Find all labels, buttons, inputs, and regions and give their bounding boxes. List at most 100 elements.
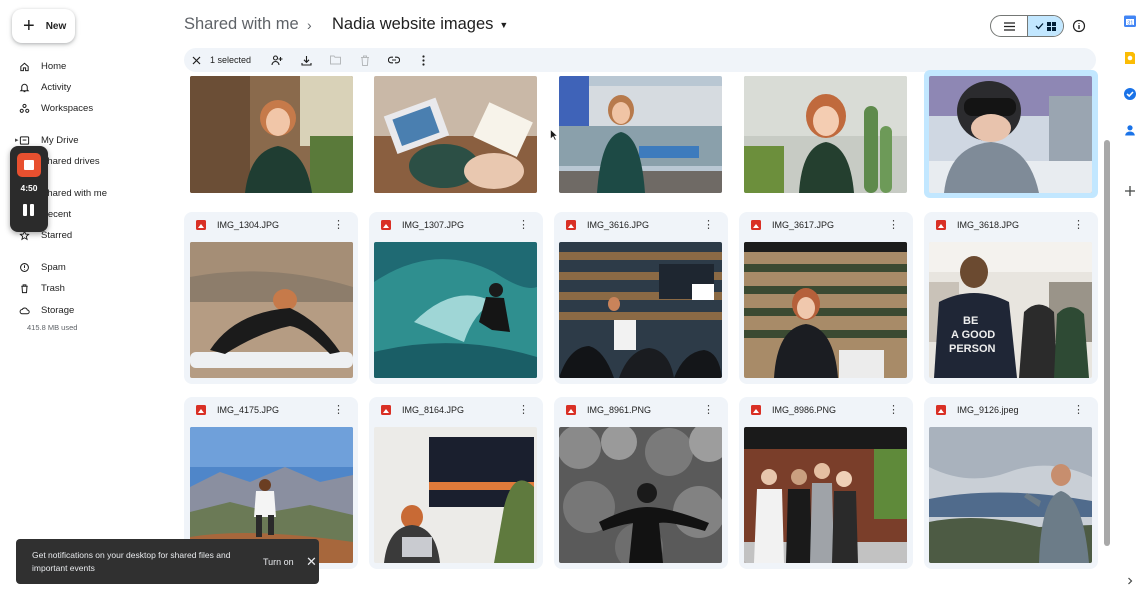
list-view-button[interactable] [991, 16, 1027, 36]
breadcrumb-parent[interactable]: Shared with me [184, 15, 299, 34]
folder-title: Nadia website images [332, 15, 494, 33]
photo-thumbnail [374, 242, 537, 378]
file-thumbnail[interactable] [559, 242, 722, 378]
copy-link-button[interactable] [387, 53, 401, 67]
contacts-app-button[interactable] [1122, 122, 1138, 138]
image-file-icon [381, 220, 391, 230]
file-name: IMG_3617.JPG [772, 220, 835, 230]
sidebar-item-activity[interactable]: Activity [14, 78, 164, 96]
breadcrumb-current[interactable]: Nadia website images ▼ [332, 15, 508, 34]
selection-toolbar: 1 selected [184, 48, 1096, 72]
info-button[interactable] [1071, 18, 1087, 34]
file-header: IMG_4175.JPG ⋮ [196, 401, 344, 419]
new-button-label: New [45, 20, 67, 32]
folder-move-icon [329, 55, 341, 65]
image-file-icon [566, 405, 576, 415]
sidebar-item-label: Workspaces [41, 102, 94, 114]
sidebar-item-trash[interactable]: Trash [14, 279, 164, 297]
spam-icon [14, 262, 34, 273]
file-name: IMG_3618.JPG [957, 220, 1020, 230]
file-more-button[interactable]: ⋮ [1073, 219, 1084, 231]
breadcrumb-chevron-icon: › [307, 17, 312, 33]
close-icon[interactable]: ✕ [306, 555, 317, 568]
tasks-icon [1124, 88, 1136, 100]
scrollbar-thumb[interactable] [1104, 140, 1110, 546]
file-thumbnail[interactable] [559, 76, 722, 193]
photo-thumbnail [744, 427, 907, 563]
file-thumbnail[interactable] [744, 76, 907, 193]
sidebar-item-label: Trash [41, 282, 65, 294]
photo-thumbnail [559, 427, 722, 563]
file-thumbnail[interactable] [744, 242, 907, 378]
file-header: IMG_3616.JPG ⋮ [566, 216, 714, 234]
sidebar-item-label: Storage [41, 304, 75, 316]
tasks-app-button[interactable] [1122, 86, 1138, 102]
pause-icon [23, 204, 27, 216]
sidebar-item-storage[interactable]: Storage [14, 301, 164, 319]
photo-thumbnail [559, 76, 722, 193]
file-more-button[interactable]: ⋮ [888, 219, 899, 231]
snackbar-message: Get notifications on your desktop for sh… [32, 550, 231, 573]
sidebar-item-label: Activity [41, 81, 72, 93]
photo-thumbnail [374, 427, 537, 563]
delete-button [358, 53, 372, 67]
file-thumbnail[interactable] [559, 427, 722, 563]
image-file-icon [566, 220, 576, 230]
file-name: IMG_8164.JPG [402, 405, 465, 415]
file-thumbnail[interactable] [190, 76, 353, 193]
share-button[interactable] [270, 53, 284, 67]
file-thumbnail[interactable] [374, 427, 537, 563]
caret-down-icon: ▼ [499, 19, 509, 30]
image-file-icon [936, 220, 946, 230]
image-file-icon [381, 405, 391, 415]
photo-thumbnail [190, 242, 353, 378]
stop-recording-button[interactable] [17, 153, 41, 177]
file-thumbnail[interactable] [744, 427, 907, 563]
file-more-button[interactable]: ⋮ [888, 404, 899, 416]
grid-icon [1047, 21, 1056, 31]
photo-thumbnail [190, 76, 353, 193]
info-icon [1072, 19, 1086, 33]
sidebar-item-label: Starred [41, 229, 73, 241]
sidebar-item-spam[interactable]: Spam [14, 258, 164, 276]
keep-icon [1125, 52, 1135, 64]
file-name: IMG_1307.JPG [402, 220, 465, 230]
photo-thumbnail [929, 76, 1092, 193]
file-more-button[interactable]: ⋮ [703, 219, 714, 231]
get-addons-button[interactable] [1122, 183, 1138, 199]
grid-view-button[interactable] [1027, 16, 1063, 36]
file-thumbnail[interactable] [929, 76, 1092, 193]
list-icon [1003, 21, 1015, 31]
file-thumbnail[interactable] [190, 242, 353, 378]
clear-selection-button[interactable] [189, 53, 203, 67]
turn-on-button[interactable]: Turn on [263, 557, 294, 567]
sidebar: + New Home Activity Workspaces ▸ My Driv… [0, 0, 176, 600]
download-button[interactable] [299, 53, 313, 67]
sidebar-item-home[interactable]: Home [14, 57, 164, 75]
home-icon [14, 61, 34, 72]
side-panel: 31 [1117, 0, 1148, 600]
pause-recording-button[interactable] [23, 204, 35, 216]
file-thumbnail[interactable] [374, 242, 537, 378]
file-thumbnail[interactable] [374, 76, 537, 193]
sidebar-item-workspaces[interactable]: Workspaces [14, 99, 164, 117]
file-more-button[interactable]: ⋮ [518, 219, 529, 231]
drive-icon [14, 135, 34, 146]
file-more-button[interactable]: ⋮ [703, 404, 714, 416]
file-more-button[interactable]: ⋮ [333, 219, 344, 231]
file-more-button[interactable]: ⋮ [518, 404, 529, 416]
expand-side-panel-button[interactable] [1122, 573, 1138, 589]
new-button[interactable]: + New [12, 9, 75, 43]
calendar-app-button[interactable]: 31 [1122, 13, 1138, 29]
more-actions-button[interactable] [416, 53, 430, 67]
download-icon [300, 55, 312, 66]
plus-icon [1125, 186, 1135, 196]
file-thumbnail[interactable] [929, 427, 1092, 563]
file-thumbnail[interactable]: BE A GOOD PERSON [929, 242, 1092, 378]
bell-icon [14, 82, 34, 93]
close-icon [192, 56, 200, 64]
file-more-button[interactable]: ⋮ [333, 404, 344, 416]
keep-app-button[interactable] [1122, 50, 1138, 66]
link-icon [388, 56, 400, 64]
file-more-button[interactable]: ⋮ [1073, 404, 1084, 416]
